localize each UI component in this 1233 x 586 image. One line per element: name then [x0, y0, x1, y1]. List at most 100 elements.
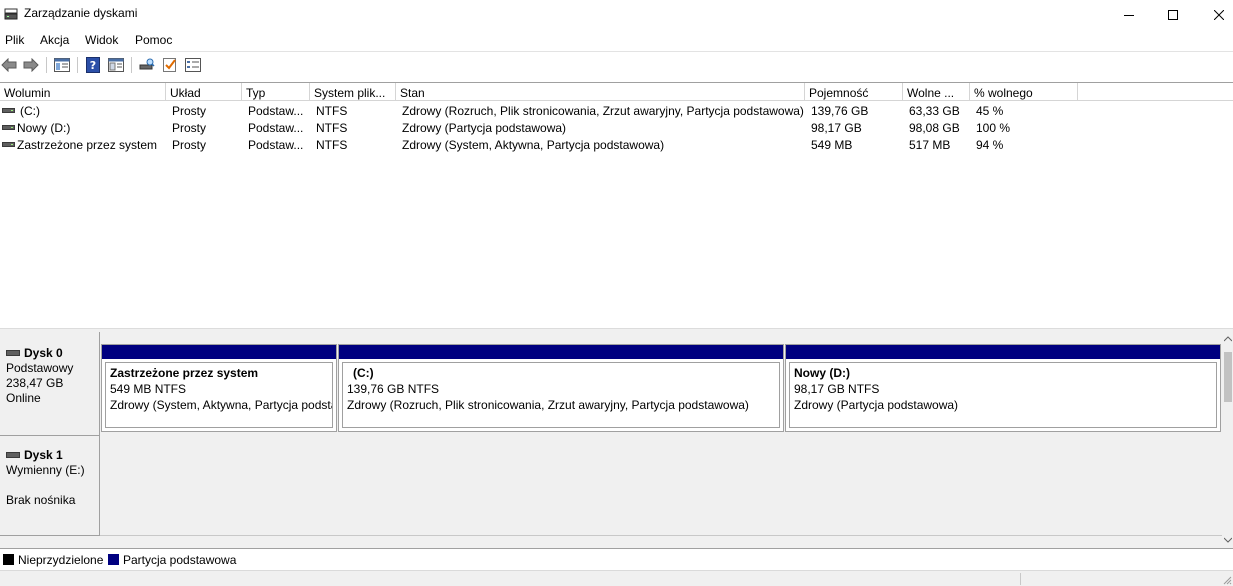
volume-row[interactable]: (C:) Prosty Podstaw... NTFS Zdrowy (Rozr…: [0, 102, 1233, 119]
cell-typ: Podstaw...: [248, 104, 304, 118]
disk-0-status: Online: [6, 391, 41, 405]
unallocated-swatch: [3, 554, 14, 565]
partition-details: Zastrzeżone przez system 549 MB NTFS Zdr…: [105, 362, 333, 428]
cell-procent-wolnego: 45 %: [976, 104, 1004, 118]
partition-name: Zastrzeżone przez system: [110, 366, 259, 380]
svg-text:?: ?: [90, 59, 96, 72]
volume-list: Wolumin Układ Typ System plik... Stan Po…: [0, 82, 1233, 328]
console-tree-icon: [54, 58, 70, 72]
partition-d[interactable]: Nowy (D:) 98,17 GB NTFS Zdrowy (Partycja…: [785, 344, 1221, 432]
primary-partition-bar: [339, 345, 783, 359]
back-button[interactable]: [0, 56, 18, 74]
status-separator: [1020, 573, 1021, 585]
cell-uklad: Prosty: [172, 104, 207, 118]
check-icon: [163, 58, 176, 72]
column-header-empty: [1078, 83, 1233, 101]
cell-stan: Zdrowy (System, Aktywna, Partycja podsta…: [402, 138, 665, 152]
toolbar-separator: [131, 57, 132, 73]
legend-primary-partition: Partycja podstawowa: [123, 553, 237, 567]
drive-icon: [2, 142, 15, 147]
menu-pomoc[interactable]: Pomoc: [135, 33, 172, 47]
disk-0-partitions: Zastrzeżone przez system 549 MB NTFS Zdr…: [100, 332, 1222, 436]
disk-graphical-view: Dysk 0 Podstawowy 238,47 GB Online Zastr…: [0, 332, 1233, 548]
rescan-disks-button[interactable]: [138, 56, 156, 74]
legend-unallocated: Nieprzydzielone: [18, 553, 104, 567]
menu-plik[interactable]: Plik: [5, 33, 24, 47]
disk-0-type: Podstawowy: [6, 361, 74, 375]
scroll-up-icon[interactable]: [1224, 336, 1232, 342]
partition-c[interactable]: (C:) 139,76 GB NTFS Zdrowy (Rozruch, Pli…: [338, 344, 784, 432]
drive-icon: [2, 108, 15, 113]
cell-procent-wolnego: 100 %: [976, 121, 1011, 135]
column-header-wolne[interactable]: Wolne ...: [903, 83, 970, 101]
minimize-button[interactable]: [1106, 0, 1152, 30]
help-icon: ?: [86, 57, 100, 73]
column-header-pojemnosc[interactable]: Pojemność: [805, 83, 903, 101]
window-title: Zarządzanie dyskami: [24, 6, 138, 20]
disk-icon: [6, 350, 20, 356]
partition-details: Nowy (D:) 98,17 GB NTFS Zdrowy (Partycja…: [789, 362, 1217, 428]
legend: Nieprzydzielone Partycja podstawowa: [0, 548, 1233, 570]
menu-widok[interactable]: Widok: [85, 33, 118, 47]
forward-button[interactable]: [22, 56, 40, 74]
disk-1-area: [100, 436, 1222, 536]
disk-1-label[interactable]: Dysk 1 Wymienny (E:) Brak nośnika: [0, 436, 100, 536]
disk-management-icon: [4, 8, 18, 20]
graph-scrollbar[interactable]: [1222, 332, 1233, 548]
column-header-typ[interactable]: Typ: [242, 83, 310, 101]
cell-wolumin: Nowy (D:): [17, 121, 71, 135]
cell-wolne: 63,33 GB: [909, 104, 960, 118]
disk-management-window: Zarządzanie dyskami Plik Akcja Widok Pom…: [0, 0, 1233, 586]
cell-uklad: Prosty: [172, 121, 207, 135]
cell-typ: Podstaw...: [248, 121, 304, 135]
cell-pojemnosc: 139,76 GB: [811, 104, 869, 118]
column-header-stan[interactable]: Stan: [396, 83, 805, 101]
list-view-button[interactable]: [184, 56, 202, 74]
volume-row[interactable]: Zastrzeżone przez system Prosty Podstaw.…: [0, 136, 1233, 153]
volume-row[interactable]: Nowy (D:) Prosty Podstaw... NTFS Zdrowy …: [0, 119, 1233, 136]
maximize-button[interactable]: [1150, 0, 1196, 30]
cell-wolumin: Zastrzeżone przez system: [17, 138, 158, 152]
properties-icon: [108, 58, 124, 72]
toolbar-separator: [46, 57, 47, 73]
partition-details: (C:) 139,76 GB NTFS Zdrowy (Rozruch, Pli…: [342, 362, 780, 428]
disk-0-name: Dysk 0: [6, 346, 99, 360]
column-header-uklad[interactable]: Układ: [166, 83, 242, 101]
cell-system-plikow: NTFS: [316, 121, 348, 135]
disk-0-label[interactable]: Dysk 0 Podstawowy 238,47 GB Online: [0, 332, 100, 436]
partition-name: Nowy (D:): [794, 366, 850, 380]
rescan-disks-icon: [139, 58, 155, 70]
help-button[interactable]: ?: [84, 56, 102, 74]
partition-size: 139,76 GB NTFS: [347, 382, 440, 396]
partition-system-reserved[interactable]: Zastrzeżone przez system 549 MB NTFS Zdr…: [101, 344, 337, 432]
partition-size: 98,17 GB NTFS: [794, 382, 880, 396]
check-button[interactable]: [161, 56, 179, 74]
column-header-system-plikow[interactable]: System plik...: [310, 83, 396, 101]
disk-1-name: Dysk 1: [6, 448, 99, 462]
menu-bar: Plik Akcja Widok Pomoc: [0, 30, 1233, 50]
properties-button[interactable]: [107, 56, 125, 74]
partition-name: (C:): [353, 366, 374, 380]
scroll-down-icon[interactable]: [1224, 537, 1232, 543]
disk-1-type: Wymienny (E:): [6, 463, 85, 477]
primary-partition-bar: [786, 345, 1220, 359]
cell-stan: Zdrowy (Rozruch, Plik stronicowania, Zrz…: [402, 104, 804, 118]
cell-system-plikow: NTFS: [316, 104, 348, 118]
close-button[interactable]: [1196, 0, 1233, 30]
toolbar: ?: [0, 51, 1233, 78]
menu-akcja[interactable]: Akcja: [40, 33, 69, 47]
column-header-wolumin[interactable]: Wolumin: [0, 83, 166, 101]
console-tree-button[interactable]: [53, 56, 71, 74]
cell-pojemnosc: 549 MB: [811, 138, 853, 152]
cell-system-plikow: NTFS: [316, 138, 348, 152]
column-header-procent-wolnego[interactable]: % wolnego: [970, 83, 1078, 101]
cell-pojemnosc: 98,17 GB: [811, 121, 862, 135]
scroll-thumb[interactable]: [1224, 352, 1232, 402]
resize-grip-icon[interactable]: [1222, 575, 1232, 585]
disk-0-size: 238,47 GB: [6, 376, 64, 390]
partition-status: Zdrowy (System, Aktywna, Partycja podsta…: [110, 398, 332, 412]
list-view-icon: [185, 58, 201, 72]
cell-wolne: 98,08 GB: [909, 121, 960, 135]
title-bar: Zarządzanie dyskami: [0, 0, 1233, 30]
disk-1-status: Brak nośnika: [6, 493, 76, 507]
